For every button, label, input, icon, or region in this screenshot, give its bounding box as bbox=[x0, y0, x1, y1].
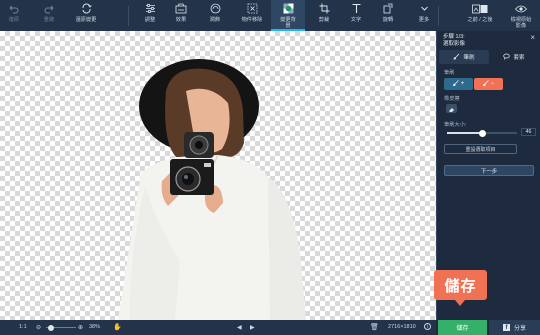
brush-size-slider[interactable] bbox=[447, 129, 517, 137]
delete-icon[interactable]: 🗑 bbox=[370, 323, 379, 331]
brush-size-value[interactable]: 46 bbox=[521, 128, 536, 136]
adjust-button[interactable]: 調整 bbox=[139, 0, 161, 31]
before-after-icon bbox=[472, 0, 488, 17]
revert-icon bbox=[81, 0, 92, 17]
status-bar: 1:1 ⊖ ⊕ 38% ✋ ◀ ▶ 🗑 2716×1810 i bbox=[0, 320, 436, 335]
text-icon bbox=[351, 0, 362, 17]
rotate-button[interactable]: 旋轉 bbox=[377, 0, 399, 31]
next-step-button[interactable]: 下一步 bbox=[444, 165, 534, 176]
next-image-icon[interactable]: ▶ bbox=[250, 324, 255, 331]
object-removal-icon bbox=[247, 0, 258, 17]
revert-changes-button[interactable]: 還原變更 bbox=[75, 0, 97, 31]
reset-selection-button[interactable]: 重設選取項目 bbox=[444, 144, 517, 154]
zoom-slider-knob[interactable] bbox=[48, 324, 54, 331]
object-removal-button[interactable]: 物件移除 bbox=[240, 0, 264, 31]
facebook-icon: f bbox=[502, 324, 510, 331]
toolbar-divider bbox=[438, 6, 439, 26]
crop-button[interactable]: 剪裁 bbox=[313, 0, 335, 31]
info-icon[interactable]: i bbox=[424, 323, 431, 330]
zoom-out-icon[interactable]: ⊖ bbox=[36, 324, 41, 331]
tab-lasso[interactable]: 套索 bbox=[489, 50, 539, 64]
tab-brush[interactable]: 筆刷 bbox=[439, 50, 489, 64]
adjust-sliders-icon bbox=[145, 0, 156, 17]
top-toolbar: 復原 重做 還原變更 調整 效果 潤飾 物件移除 變更背景 剪裁 文字 旋轉 更… bbox=[0, 0, 540, 31]
brush-remove-button[interactable]: − bbox=[474, 78, 503, 90]
redo-button[interactable]: 重做 bbox=[38, 0, 60, 31]
crop-icon bbox=[319, 0, 330, 17]
zoom-ratio[interactable]: 1:1 bbox=[19, 324, 27, 330]
image-canvas[interactable] bbox=[0, 31, 436, 320]
share-button[interactable]: f 分享 bbox=[489, 320, 540, 335]
cutout-photo bbox=[118, 59, 306, 320]
slider-fill bbox=[447, 132, 482, 134]
brush-icon bbox=[452, 80, 459, 88]
text-button[interactable]: 文字 bbox=[345, 0, 367, 31]
retouch-icon bbox=[210, 0, 221, 17]
undo-icon bbox=[9, 0, 19, 17]
effects-button[interactable]: 效果 bbox=[170, 0, 192, 31]
eye-icon bbox=[515, 0, 527, 17]
step-indicator: 步驟 1/3: 選取影像 bbox=[443, 34, 466, 47]
hand-tool-icon[interactable]: ✋ bbox=[113, 323, 122, 331]
lasso-icon bbox=[503, 53, 511, 62]
undo-button[interactable]: 復原 bbox=[3, 0, 25, 31]
slider-knob[interactable] bbox=[478, 129, 486, 137]
save-button[interactable]: 儲存 bbox=[438, 320, 487, 335]
eraser-icon bbox=[448, 100, 455, 118]
before-after-button[interactable]: 之前 / 之後 bbox=[466, 0, 494, 31]
retouch-button[interactable]: 潤飾 bbox=[204, 0, 226, 31]
change-background-button[interactable]: 變更背景 bbox=[271, 0, 305, 31]
redo-icon bbox=[44, 0, 54, 17]
more-button[interactable]: 更多 bbox=[413, 0, 435, 31]
change-background-icon bbox=[283, 0, 294, 17]
save-callout: 儲存 bbox=[434, 270, 487, 300]
eraser-button[interactable] bbox=[446, 104, 457, 113]
view-original-button[interactable]: 檢視原始影像 bbox=[507, 0, 535, 31]
image-dimensions: 2716×1810 bbox=[388, 324, 416, 330]
effects-icon bbox=[175, 0, 187, 17]
previous-image-icon[interactable]: ◀ bbox=[237, 324, 242, 331]
rotate-icon bbox=[383, 0, 394, 17]
toolbar-divider bbox=[128, 6, 129, 26]
chevron-down-icon bbox=[420, 0, 429, 17]
zoom-in-icon[interactable]: ⊕ bbox=[78, 324, 83, 331]
brush-add-button[interactable]: + bbox=[444, 78, 473, 90]
selection-tool-tabs: 筆刷 套索 bbox=[439, 50, 539, 64]
brush-label: 筆刷 bbox=[444, 70, 455, 76]
close-panel-button[interactable]: × bbox=[530, 33, 535, 42]
brush-size-label: 筆刷大小: bbox=[444, 122, 467, 128]
zoom-slider[interactable] bbox=[46, 324, 76, 331]
brush-icon bbox=[482, 80, 489, 88]
brush-icon bbox=[453, 53, 460, 62]
zoom-percent: 38% bbox=[89, 324, 101, 330]
save-callout-pointer bbox=[455, 300, 465, 306]
